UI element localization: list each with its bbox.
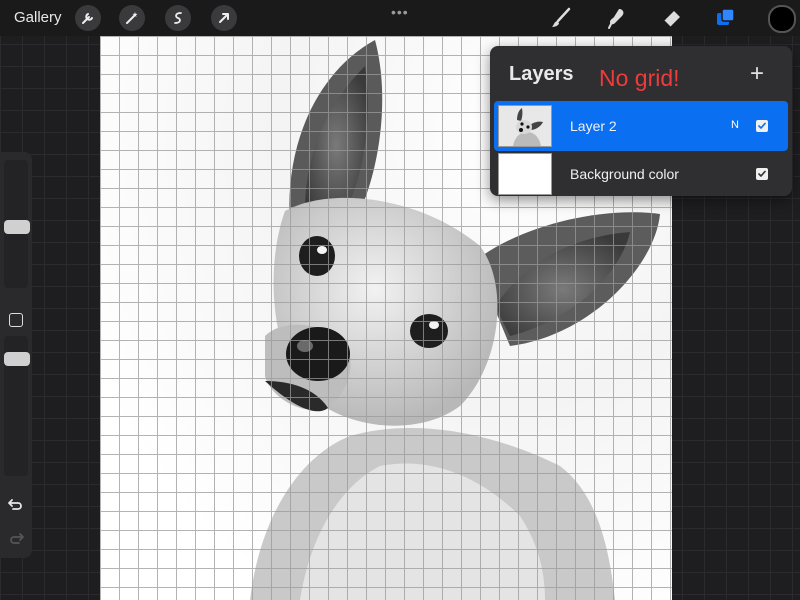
layer-name: Layer 2 <box>570 118 617 134</box>
opacity-handle[interactable] <box>4 352 30 366</box>
layer-visibility-checkbox[interactable] <box>756 120 768 132</box>
gallery-button[interactable]: Gallery <box>14 9 62 26</box>
wrench-icon[interactable] <box>75 5 101 31</box>
layers-panel-title: Layers <box>509 63 574 85</box>
layers-panel: Layers No grid! + Layer 2 N Background c… <box>490 46 792 196</box>
top-toolbar: Gallery ••• <box>0 0 800 36</box>
blend-mode-button[interactable]: N <box>731 119 739 131</box>
left-sidebar <box>0 152 32 558</box>
color-picker-button[interactable] <box>768 5 796 33</box>
eraser-icon[interactable] <box>659 5 685 31</box>
no-grid-annotation: No grid! <box>599 65 680 91</box>
smudge-icon[interactable] <box>604 5 630 31</box>
brush-size-handle[interactable] <box>4 220 30 234</box>
layer-row-layer-2[interactable]: Layer 2 N <box>494 101 788 151</box>
undo-icon[interactable] <box>6 494 26 514</box>
layer-thumbnail <box>498 105 552 147</box>
layer-row-background-color[interactable]: Background color <box>494 149 788 199</box>
redo-icon[interactable] <box>6 528 26 548</box>
layer-name: Background color <box>570 166 679 182</box>
brush-icon[interactable] <box>548 5 574 31</box>
layers-icon[interactable] <box>713 5 739 31</box>
more-options-button[interactable]: ••• <box>391 4 409 20</box>
selection-s-icon[interactable] <box>165 5 191 31</box>
modify-square-icon[interactable] <box>9 313 23 327</box>
magic-wand-icon[interactable] <box>119 5 145 31</box>
layer-thumbnail <box>498 153 552 195</box>
add-layer-button[interactable]: + <box>750 60 764 88</box>
arrow-cursor-icon[interactable] <box>211 5 237 31</box>
layer-visibility-checkbox[interactable] <box>756 168 768 180</box>
